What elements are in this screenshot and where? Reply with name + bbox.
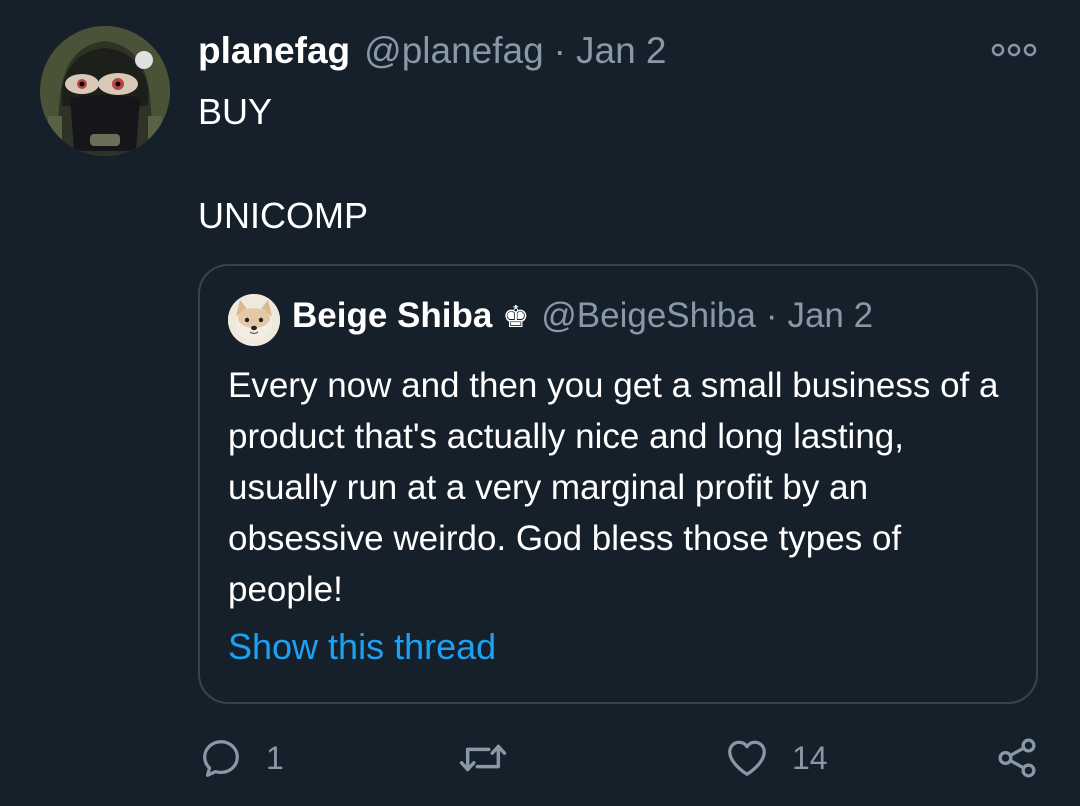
reply-button[interactable]: 1 <box>198 730 284 786</box>
tweet-text-line: BUY <box>198 91 273 132</box>
author-name[interactable]: planefag <box>198 30 350 72</box>
action-bar: 1 14 <box>0 730 1080 786</box>
quoted-header-separator: · <box>765 296 778 335</box>
tweet-text-line <box>198 138 368 190</box>
reply-count: 1 <box>266 739 284 776</box>
avatar[interactable] <box>40 26 170 156</box>
author-handle[interactable]: @planefag <box>364 30 544 72</box>
tweet-text: BUY UNICOMP <box>198 86 368 242</box>
quoted-avatar[interactable] <box>228 294 280 346</box>
tweet-date[interactable]: Jan 2 <box>576 30 667 72</box>
more-options-button[interactable] <box>990 40 1038 60</box>
more-options-icon <box>991 43 1037 57</box>
share-icon <box>998 738 1036 778</box>
crown-icon: ♚ <box>502 301 530 334</box>
quoted-author-handle[interactable]: @BeigeShiba <box>541 296 756 336</box>
quoted-author-name[interactable]: Beige Shiba <box>292 296 492 336</box>
tweet-header: planefag @planefag · Jan 2 <box>198 30 667 80</box>
quoted-text: Every now and then you get a small busin… <box>228 366 999 609</box>
share-button[interactable] <box>994 730 1040 786</box>
tweet[interactable]: planefag @planefag · Jan 2 BUY UNICOMP B… <box>0 0 1080 806</box>
avatar-image <box>40 26 170 156</box>
tweet-text-line: UNICOMP <box>198 195 368 236</box>
like-button[interactable]: 14 <box>724 730 828 786</box>
header-separator: · <box>553 30 566 71</box>
quoted-date[interactable]: Jan 2 <box>787 296 873 336</box>
reply-icon <box>203 740 239 777</box>
show-thread-link[interactable]: Show this thread <box>228 626 496 668</box>
retweet-icon <box>459 744 507 772</box>
like-count: 14 <box>792 739 828 776</box>
heart-icon <box>728 740 766 776</box>
retweet-button[interactable] <box>458 730 530 786</box>
quoted-tweet[interactable]: Beige Shiba ♚ @BeigeShiba · Jan 2 Every … <box>198 264 1038 704</box>
shiba-avatar-image <box>228 294 280 346</box>
quoted-header: Beige Shiba ♚ @BeigeShiba · Jan 2 <box>292 296 873 336</box>
